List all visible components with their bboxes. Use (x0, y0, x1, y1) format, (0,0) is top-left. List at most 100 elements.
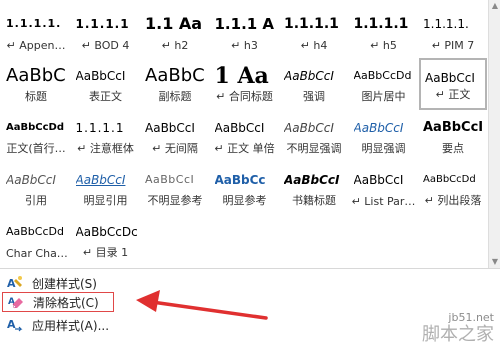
style-item[interactable]: AaBbCcDd 正文(首行… (2, 110, 70, 162)
style-item[interactable]: 1.1.1.1 ↵ h5 (350, 6, 418, 58)
eraser-icon: A (7, 294, 25, 310)
clear-format-label: 清除格式(C) (33, 295, 99, 310)
style-item[interactable]: AaBbCcI ↵ List Par… (350, 162, 418, 214)
style-label: 书籍标题 (292, 194, 336, 207)
style-preview: 1.1.1.1 (75, 121, 125, 135)
style-label: ↵ BOD 4 (81, 39, 130, 52)
style-preview: AaBbCcI (75, 173, 126, 187)
style-preview: 1.1 Aa (145, 14, 203, 33)
svg-text:A: A (7, 277, 16, 290)
clear-format-menu-item[interactable]: A 清除格式(C) (2, 292, 114, 312)
style-label: ↵ PIM 7 (431, 39, 475, 52)
create-style-menu-item[interactable]: A 创建样式(S) (2, 273, 282, 293)
style-preview: AaBbCcI (6, 173, 56, 187)
style-preview: AaBbCcDd (353, 69, 412, 82)
style-preview: AaBbCcDd (6, 122, 64, 133)
style-item[interactable]: 1.1.1.1 ↵ 注意框体 (72, 110, 140, 162)
style-gallery: 1.1.1.1. ↵ Appen… 1.1.1.1 ↵ BOD 4 1.1 Aa ↵ h2… (0, 0, 488, 268)
style-label: 引用 (25, 194, 47, 207)
style-label: ↵ Appen… (6, 39, 66, 52)
style-label: 副标题 (158, 90, 192, 103)
style-item[interactable]: AaBbC 副标题 (141, 58, 209, 110)
style-label: ↵ h5 (370, 39, 397, 52)
style-label: 强调 (303, 90, 325, 103)
style-label: ↵ List Par… (351, 195, 416, 208)
style-preview: AaBbCcDd (6, 225, 64, 238)
style-item[interactable]: AaBbCcDd ↵ 列出段落 (419, 162, 487, 214)
style-item[interactable]: AaBbCcI 表正文 (72, 58, 140, 110)
style-label: ↵ 注意框体 (77, 142, 134, 155)
style-item[interactable]: AaBbCcI 引用 (2, 162, 70, 214)
style-item[interactable]: AaBbCcI 要点 (419, 110, 487, 162)
style-label: 要点 (442, 142, 464, 155)
style-preview: 1.1.1.1 (284, 16, 339, 32)
style-label: ↵ 正文 (435, 88, 471, 101)
style-label: ↵ 正文 单倍 (214, 142, 275, 155)
style-item[interactable]: AaBbCcI 强调 (280, 58, 348, 110)
gallery-scrollbar[interactable]: ▲ ▼ (488, 0, 500, 268)
style-item[interactable]: AaBbCcI 不明显参考 (141, 162, 209, 214)
style-label: 明显强调 (361, 142, 406, 155)
style-label: ↵ h3 (231, 39, 258, 52)
svg-text:A: A (7, 318, 16, 331)
style-item[interactable]: 1.1.1.1. ↵ PIM 7 (419, 6, 487, 58)
style-label: 不明显强调 (286, 142, 342, 155)
style-preview: AaBbC (6, 65, 66, 86)
style-preview: 1 Aa (214, 63, 269, 89)
style-preview: AaBbCcI (284, 173, 340, 187)
style-item[interactable]: AaBbCcI 明显强调 (350, 110, 418, 162)
style-item[interactable]: AaBbCcDd 图片居中 (350, 58, 418, 110)
style-item[interactable]: 1.1.1.1 ↵ h4 (280, 6, 348, 58)
apply-style-menu-item[interactable]: A 应用样式(A)... (2, 315, 282, 335)
style-label: ↵ 列出段落 (424, 194, 482, 207)
style-preview: AaBbCc (214, 173, 266, 187)
style-item[interactable]: AaBbCcDd Char Cha… (2, 214, 70, 266)
style-item[interactable]: 1.1 Aa ↵ h2 (141, 6, 209, 58)
style-preview: AaBbC (145, 65, 205, 86)
style-item[interactable]: 1.1.1.1. ↵ Appen… (2, 6, 70, 58)
style-label: 标题 (25, 90, 47, 103)
style-label: Char Cha… (6, 247, 68, 260)
style-preview: AaBbCcDc (75, 225, 138, 239)
style-label: 图片居中 (361, 90, 406, 103)
style-label: ↵ 无间隔 (152, 142, 198, 155)
style-preview: 1.1.1.1. (423, 17, 469, 31)
style-item[interactable]: 1 Aa ↵ 合同标题 (211, 58, 279, 110)
create-style-icon: A (6, 275, 24, 291)
style-item[interactable]: AaBbC 标题 (2, 58, 70, 110)
style-item[interactable]: AaBbCc 明显参考 (211, 162, 279, 214)
apply-style-icon: A (6, 317, 24, 333)
watermark-site: 脚本之家 (422, 324, 494, 345)
style-item[interactable]: AaBbCcI ↵ 正文 (419, 58, 487, 110)
style-label: 不明显参考 (147, 194, 203, 207)
style-label: 明显参考 (222, 194, 267, 207)
style-label: 表正文 (89, 90, 122, 103)
scroll-down-icon[interactable]: ▼ (489, 256, 500, 268)
style-label: ↵ 目录 1 (82, 246, 129, 259)
style-preview: 1.1.1.1 (75, 17, 130, 31)
style-preview: AaBbCcI (214, 121, 265, 135)
scroll-up-icon[interactable]: ▲ (489, 0, 500, 12)
style-label: ↵ h2 (161, 39, 189, 52)
style-preview: 1.1.1 A (214, 15, 275, 33)
menu-divider (0, 268, 500, 269)
style-preview: 1.1.1.1 (353, 16, 409, 32)
style-item[interactable]: AaBbCcI 书籍标题 (280, 162, 348, 214)
style-item[interactable]: AaBbCcI ↵ 正文 单倍 (211, 110, 279, 162)
style-item[interactable]: AaBbCcI 明显引用 (72, 162, 140, 214)
style-label: ↵ h4 (300, 39, 328, 52)
style-item[interactable]: AaBbCcDc ↵ 目录 1 (72, 214, 140, 266)
style-preview: AaBbCcI (145, 121, 195, 135)
style-preview: AaBbCcI (353, 121, 404, 135)
style-item[interactable]: AaBbCcI ↵ 无间隔 (141, 110, 209, 162)
style-preview: AaBbCcDd (423, 174, 476, 185)
style-item[interactable]: 1.1.1 A ↵ h3 (211, 6, 279, 58)
style-preview: AaBbCcI (75, 69, 126, 83)
style-preview: 1.1.1.1. (6, 17, 62, 30)
style-label: 明显引用 (83, 194, 128, 207)
style-item[interactable]: 1.1.1.1 ↵ BOD 4 (72, 6, 140, 58)
style-item[interactable]: AaBbCcI 不明显强调 (280, 110, 348, 162)
style-preview: AaBbCcI (284, 69, 334, 83)
style-preview: AaBbCcI (353, 173, 404, 187)
create-style-label: 创建样式(S) (32, 276, 97, 291)
